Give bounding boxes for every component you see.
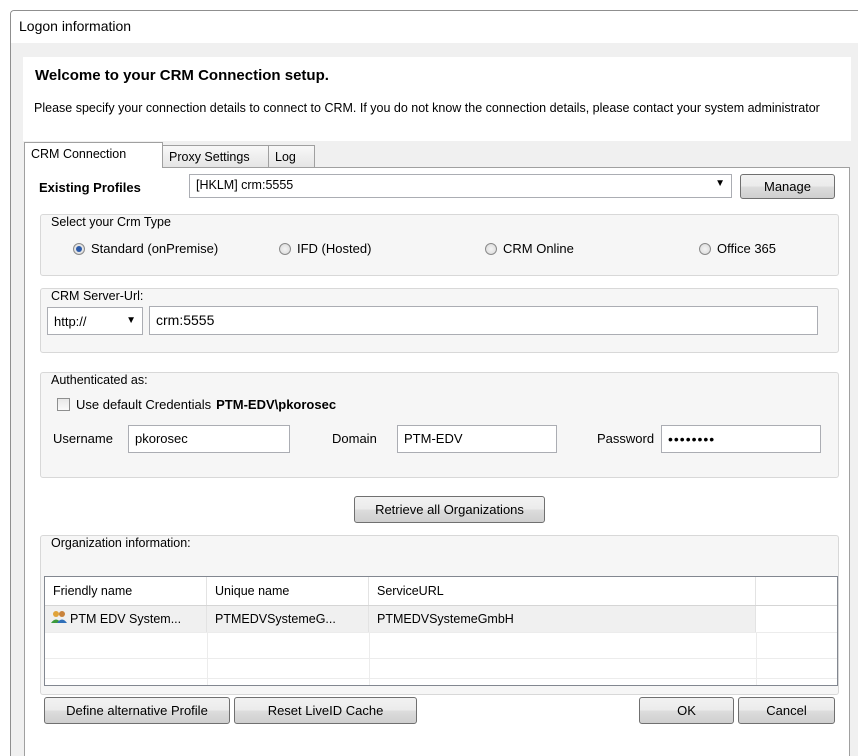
radio-office-365[interactable]: Office 365 [699, 241, 776, 256]
radio-label: Office 365 [717, 241, 777, 256]
header-title: Welcome to your CRM Connection setup. [35, 67, 329, 84]
define-alternative-profile-button[interactable]: Define alternative Profile [44, 697, 230, 724]
radio-standard[interactable]: Standard (onPremise) [73, 241, 218, 256]
profiles-dropdown[interactable]: [HKLM] crm:5555 ▼ [189, 174, 732, 198]
existing-profiles-label: Existing Profiles [39, 180, 141, 195]
default-credentials-checkbox[interactable]: Use default Credentials PTM-EDV\pkorosec [57, 397, 336, 412]
column-service-url[interactable]: ServiceURL [369, 577, 756, 605]
header-description: Please specify your connection details t… [34, 101, 820, 115]
cell-friendly-name: PTM EDV System... [45, 606, 207, 632]
table-row[interactable]: PTM EDV System... PTMEDVSystemeG... PTME… [45, 606, 837, 632]
row-divider [45, 632, 837, 633]
reset-liveid-cache-button[interactable]: Reset LiveID Cache [234, 697, 417, 724]
tab-log[interactable]: Log [268, 145, 315, 168]
table-header: Friendly name Unique name ServiceURL [45, 577, 837, 606]
column-divider [369, 632, 370, 685]
chevron-down-icon: ▼ [126, 315, 136, 326]
cell-extra [756, 606, 837, 632]
radio-label: Standard (onPremise) [91, 241, 219, 256]
title-bar: Logon information [11, 11, 858, 43]
tab-label: CRM Connection [31, 147, 127, 161]
tab-crm-connection[interactable]: CRM Connection [24, 142, 163, 168]
row-divider [45, 658, 837, 659]
radio-label: IFD (Hosted) [297, 241, 372, 256]
password-label: Password [597, 431, 655, 446]
manage-button[interactable]: Manage [740, 174, 835, 199]
organizations-table: Friendly name Unique name ServiceURL PTM… [44, 576, 838, 686]
friendly-name-text: PTM EDV System... [70, 612, 182, 626]
checkbox-icon [57, 398, 70, 411]
radio-ifd[interactable]: IFD (Hosted) [279, 241, 371, 256]
chevron-down-icon: ▼ [715, 178, 725, 189]
column-friendly-name[interactable]: Friendly name [45, 577, 207, 605]
cell-service-url: PTMEDVSystemeGmbH [369, 606, 756, 632]
server-url-input[interactable]: crm:5555 [149, 306, 818, 335]
cell-unique-name: PTMEDVSystemeG... [207, 606, 369, 632]
server-url-label: CRM Server-Url: [51, 289, 144, 303]
column-divider [756, 632, 757, 685]
window-title: Logon information [19, 18, 132, 34]
cancel-button[interactable]: Cancel [738, 697, 835, 724]
tab-label: Log [275, 150, 296, 164]
row-divider [45, 678, 837, 679]
column-divider [207, 632, 208, 685]
tab-proxy-settings[interactable]: Proxy Settings [162, 145, 269, 168]
default-credentials-user: PTM-EDV\pkorosec [216, 397, 337, 412]
profiles-selected: [HKLM] crm:5555 [196, 178, 294, 192]
tab-label: Proxy Settings [169, 150, 250, 164]
radio-icon [279, 242, 291, 255]
header-panel: Welcome to your CRM Connection setup. Pl… [23, 57, 851, 141]
organization-label: Organization information: [51, 536, 191, 550]
ok-button[interactable]: OK [639, 697, 734, 724]
radio-icon [699, 242, 711, 255]
protocol-selected: http:// [54, 314, 87, 329]
crm-type-label: Select your Crm Type [51, 215, 171, 229]
radio-selected-icon [73, 242, 85, 255]
domain-input[interactable]: PTM-EDV [397, 425, 557, 453]
default-credentials-label: Use default Credentials [76, 397, 212, 412]
users-icon [51, 607, 67, 633]
protocol-dropdown[interactable]: http:// ▼ [47, 307, 143, 335]
username-input[interactable]: pkorosec [128, 425, 290, 453]
authentication-label: Authenticated as: [51, 373, 148, 387]
column-unique-name[interactable]: Unique name [207, 577, 369, 605]
radio-crm-online[interactable]: CRM Online [485, 241, 574, 256]
username-label: Username [53, 431, 113, 446]
column-extra [756, 577, 837, 605]
password-input[interactable]: •••••••• [661, 425, 821, 453]
radio-label: CRM Online [503, 241, 574, 256]
logon-window: Logon information Welcome to your CRM Co… [10, 10, 858, 756]
radio-icon [485, 242, 497, 255]
retrieve-organizations-button[interactable]: Retrieve all Organizations [354, 496, 545, 523]
domain-label: Domain [332, 431, 377, 446]
